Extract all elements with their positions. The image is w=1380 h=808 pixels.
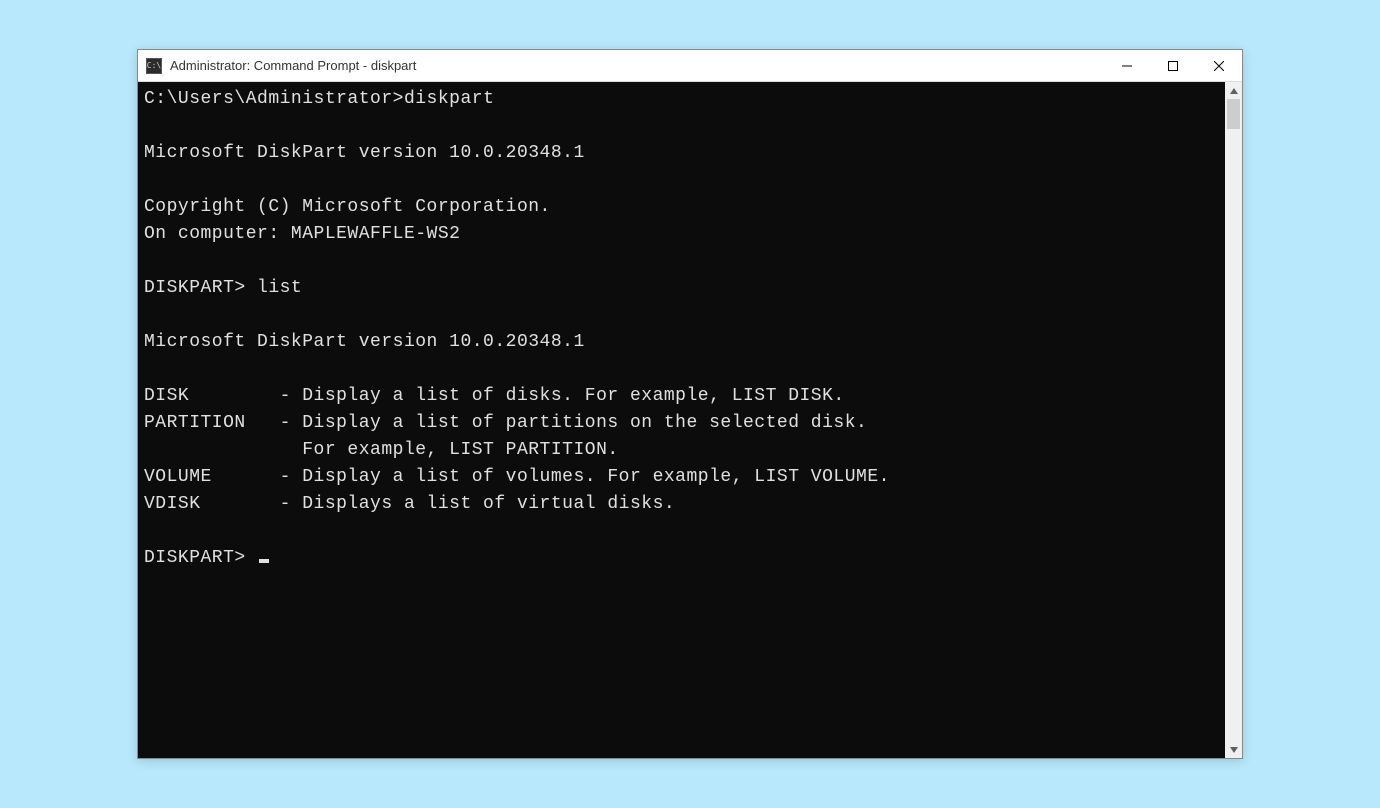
terminal-line: Copyright (C) Microsoft Corporation.	[144, 197, 551, 217]
page-background: C:\ Administrator: Command Prompt - disk…	[20, 20, 1360, 788]
content-area: C:\Users\Administrator>diskpart Microsof…	[138, 82, 1242, 758]
cmd-icon: C:\	[146, 58, 162, 74]
maximize-icon	[1168, 61, 1178, 71]
terminal-line: C:\Users\Administrator>diskpart	[144, 89, 494, 109]
terminal-line: For example, LIST PARTITION.	[144, 440, 619, 460]
terminal-line: VOLUME - Display a list of volumes. For …	[144, 467, 890, 487]
titlebar[interactable]: C:\ Administrator: Command Prompt - disk…	[138, 50, 1242, 82]
close-button[interactable]	[1196, 50, 1242, 81]
scroll-down-button[interactable]	[1225, 741, 1242, 758]
terminal-line: DISKPART> list	[144, 278, 302, 298]
window-title: Administrator: Command Prompt - diskpart	[170, 58, 416, 73]
titlebar-left: C:\ Administrator: Command Prompt - disk…	[138, 58, 416, 74]
scroll-track[interactable]	[1225, 99, 1242, 741]
command-prompt-window: C:\ Administrator: Command Prompt - disk…	[137, 49, 1243, 759]
terminal-line: PARTITION - Display a list of partitions…	[144, 413, 867, 433]
chevron-up-icon	[1230, 88, 1238, 94]
close-icon	[1214, 61, 1224, 71]
terminal-line: Microsoft DiskPart version 10.0.20348.1	[144, 143, 585, 163]
minimize-icon	[1122, 61, 1132, 71]
minimize-button[interactable]	[1104, 50, 1150, 81]
terminal-line: DISK - Display a list of disks. For exam…	[144, 386, 845, 406]
vertical-scrollbar[interactable]	[1225, 82, 1242, 758]
scroll-up-button[interactable]	[1225, 82, 1242, 99]
terminal-line: On computer: MAPLEWAFFLE-WS2	[144, 224, 460, 244]
chevron-down-icon	[1230, 747, 1238, 753]
window-controls	[1104, 50, 1242, 81]
maximize-button[interactable]	[1150, 50, 1196, 81]
terminal-line: Microsoft DiskPart version 10.0.20348.1	[144, 332, 585, 352]
scroll-thumb[interactable]	[1227, 99, 1240, 129]
terminal-line: VDISK - Displays a list of virtual disks…	[144, 494, 675, 514]
terminal-output[interactable]: C:\Users\Administrator>diskpart Microsof…	[138, 82, 1225, 758]
terminal-line: DISKPART>	[144, 548, 269, 568]
cursor-icon	[259, 559, 269, 563]
